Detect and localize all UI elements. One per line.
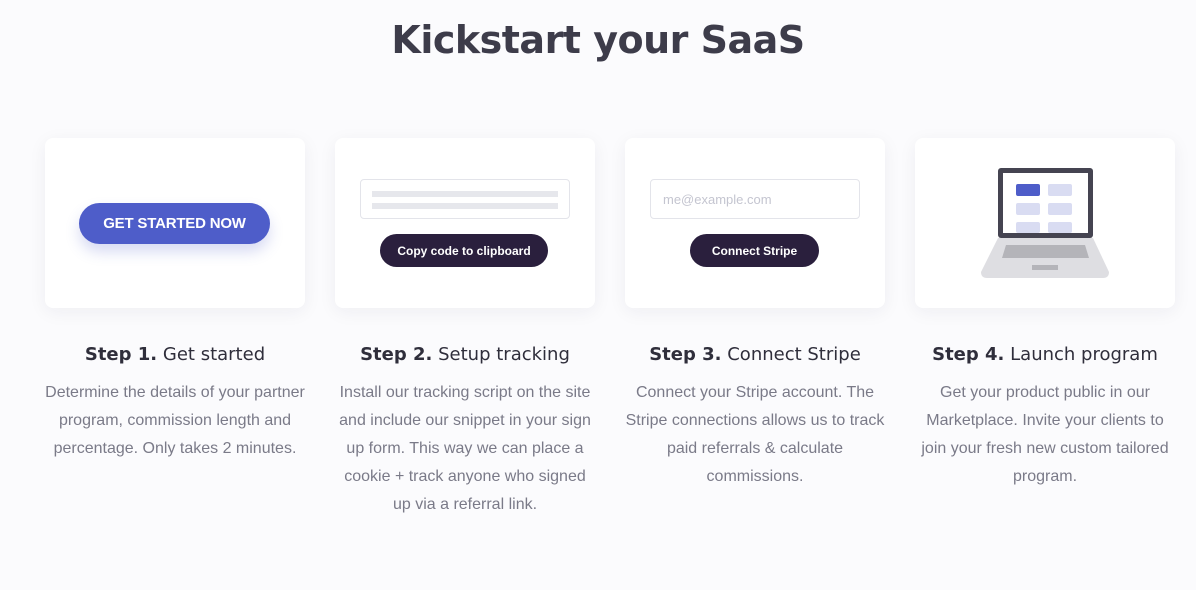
- step-1-description: Determine the details of your partner pr…: [45, 384, 305, 457]
- step-2-card: Copy code to clipboard: [335, 138, 595, 308]
- step-1: GET STARTED NOW Step 1. Get started Dete…: [45, 138, 305, 463]
- step-2-heading: Step 2. Setup tracking: [335, 344, 595, 365]
- page-title: Kickstart your SaaS: [391, 18, 805, 62]
- step-1-card: GET STARTED NOW: [45, 138, 305, 308]
- step-3-heading: Step 3. Connect Stripe: [625, 344, 885, 365]
- get-started-button[interactable]: GET STARTED NOW: [79, 203, 270, 244]
- code-line: [372, 203, 558, 209]
- step-2: Copy code to clipboard Step 2. Setup tra…: [335, 138, 595, 519]
- step-2-number: Step 2.: [360, 344, 433, 365]
- step-3-description: Connect your Stripe account. The Stripe …: [625, 384, 885, 485]
- step-4-title: Launch program: [1010, 344, 1158, 365]
- email-input[interactable]: [650, 179, 860, 219]
- step-3-card: Connect Stripe: [625, 138, 885, 308]
- step-4: Step 4. Launch program Get your product …: [915, 138, 1175, 491]
- step-3-title: Connect Stripe: [727, 344, 861, 365]
- step-4-number: Step 4.: [932, 344, 1005, 365]
- step-2-description: Install our tracking script on the site …: [339, 384, 591, 513]
- step-1-heading: Step 1. Get started: [45, 344, 305, 365]
- step-4-card: [915, 138, 1175, 308]
- step-2-title: Setup tracking: [438, 344, 570, 365]
- step-3-number: Step 3.: [649, 344, 722, 365]
- step-3: Connect Stripe Step 3. Connect Stripe Co…: [625, 138, 885, 491]
- step-4-heading: Step 4. Launch program: [915, 344, 1175, 365]
- code-line: [372, 191, 558, 197]
- laptop-icon: [981, 168, 1109, 278]
- step-1-title: Get started: [162, 344, 266, 365]
- step-4-description: Get your product public in our Marketpla…: [921, 384, 1169, 485]
- code-snippet-box: [360, 179, 570, 219]
- copy-code-button[interactable]: Copy code to clipboard: [380, 234, 548, 267]
- connect-stripe-button[interactable]: Connect Stripe: [690, 234, 819, 267]
- step-1-number: Step 1.: [84, 344, 158, 365]
